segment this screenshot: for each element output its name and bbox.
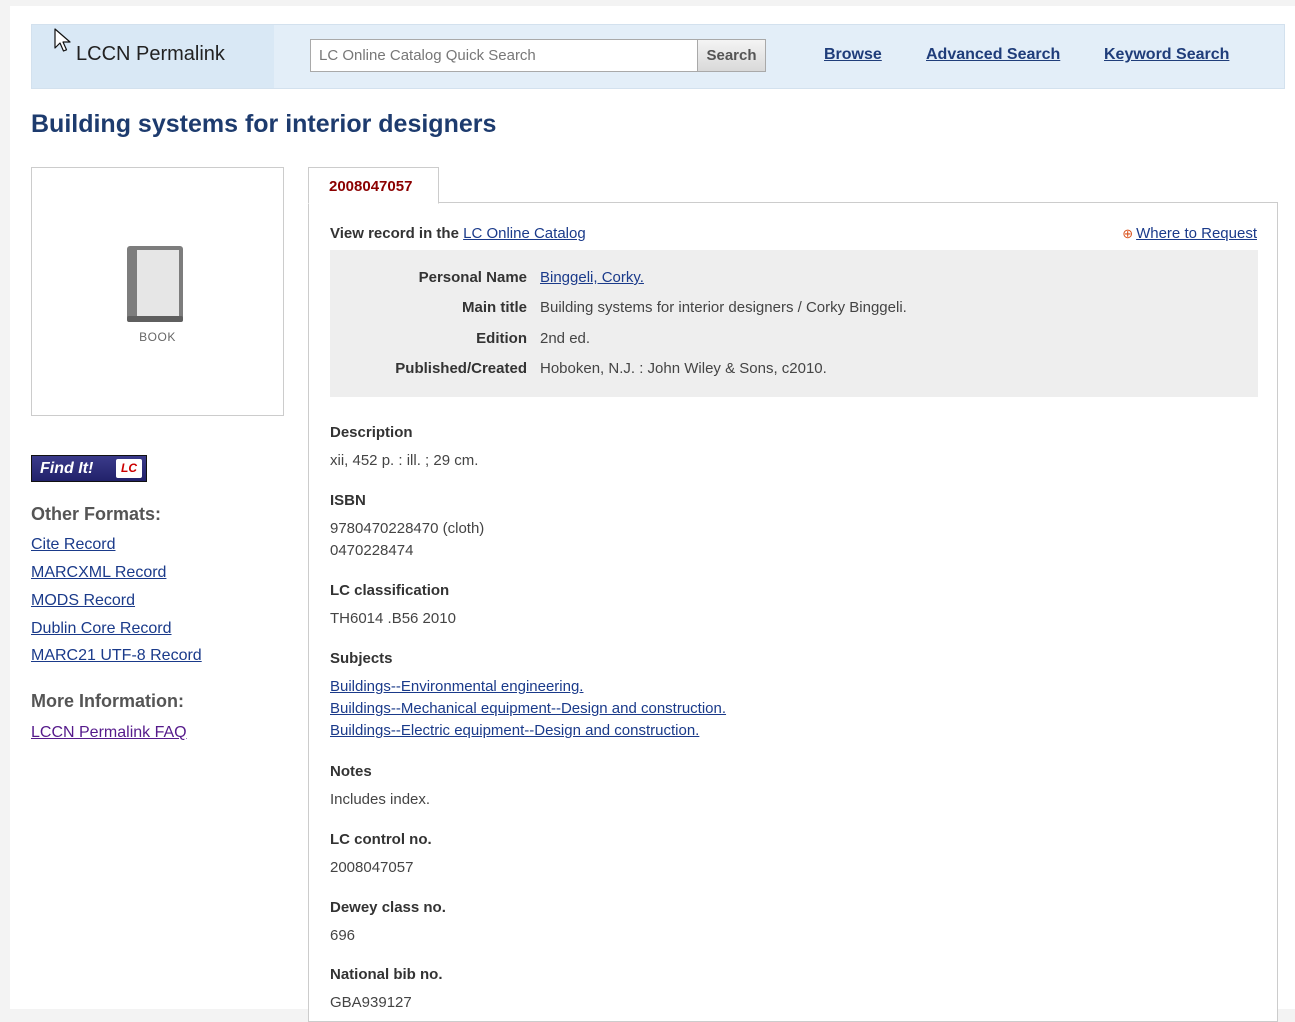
where-to-request: ⊕ Where to Request [1122,225,1257,242]
field-value: Includes index. [330,791,431,808]
format-label: BOOK [139,330,176,344]
field-lc-classification: LC classification TH6014 .B56 2010 [330,582,456,630]
summary-value: Hoboken, N.J. : John Wiley & Sons, c2010… [540,360,827,377]
lc-online-catalog-link[interactable]: LC Online Catalog [463,225,586,242]
field-lc-control-no: LC control no. 2008047057 [330,831,432,879]
page: LCCN Permalink Search Browse Advanced Se… [10,6,1295,1022]
field-value: 9780470228470 (cloth) [330,520,485,537]
field-value: GBA939127 [330,994,412,1011]
summary-label: Edition [476,330,527,347]
field-national-bib-no: National bib no. GBA939127 [330,966,443,1014]
record-summary: Personal Name Binggeli, Corky. Main titl… [330,250,1258,397]
summary-row: Personal Name Binggeli, Corky. [330,269,1258,291]
more-information-heading: More Information: [31,691,184,711]
personal-name-link[interactable]: Binggeli, Corky. [540,269,644,286]
field-value: 0470228474 [330,542,414,559]
tab-lccn-label: 2008047057 [329,178,413,195]
cite-record-link[interactable]: Cite Record [31,536,115,554]
field-label: National bib no. [330,966,443,983]
summary-label: Published/Created [395,360,527,377]
field-value: Buildings--Environmental engineering. Bu… [330,676,726,742]
other-formats-heading: Other Formats: [31,504,162,524]
field-label: ISBN [330,492,366,509]
field-label: Notes [330,763,372,780]
marc21-record-link[interactable]: MARC21 UTF-8 Record [31,647,202,665]
record-panel: View record in the LC Online Catalog ⊕ Wh… [308,202,1278,1022]
field-value: 696 [330,927,356,944]
advanced-search-link[interactable]: Advanced Search [926,46,1060,64]
summary-label: Main title [461,299,527,316]
book-icon [127,246,183,322]
field-isbn: ISBN 9780470228470 (cloth) 0470228474 [330,492,484,562]
header-bar: LCCN Permalink Search Browse Advanced Se… [31,24,1285,89]
field-label: LC control no. [330,831,432,848]
field-value: xii, 452 p. : ill. ; 29 cm. [330,452,479,469]
page-title: Building systems for interior designers [31,110,497,138]
field-notes: Notes Includes index. [330,763,430,811]
subject-link[interactable]: Buildings--Electric equipment--Design an… [330,720,726,742]
mouse-cursor-icon [54,28,71,52]
field-description: Description xii, 452 p. : ill. ; 29 cm. [330,424,478,472]
brand-title[interactable]: LCCN Permalink [76,43,225,66]
summary-row: Published/Created Hoboken, N.J. : John W… [330,360,1258,382]
permalink-faq-link[interactable]: LCCN Permalink FAQ [31,724,187,742]
lc-logo-icon: LC [116,459,142,478]
subject-link[interactable]: Buildings--Environmental engineering. [330,676,726,698]
summary-label: Personal Name [418,269,527,286]
summary-value: Binggeli, Corky. [540,269,644,286]
summary-value: 2nd ed. [540,330,591,347]
quick-search-input[interactable] [310,39,698,72]
summary-row: Edition 2nd ed. [330,330,1258,352]
view-record-prefix: View record in the [330,225,459,242]
plus-circle-icon: ⊕ [1122,226,1134,241]
keyword-search-link[interactable]: Keyword Search [1104,46,1229,64]
dublin-core-record-link[interactable]: Dublin Core Record [31,620,172,638]
find-it-button[interactable]: Find It! LC [31,455,147,482]
summary-value: Building systems for interior designers … [540,299,907,316]
mods-record-link[interactable]: MODS Record [31,592,135,610]
browse-link[interactable]: Browse [824,46,882,64]
view-record-line: View record in the LC Online Catalog [330,225,586,242]
find-it-label: Find It! [40,460,94,477]
marcxml-record-link[interactable]: MARCXML Record [31,564,166,582]
subject-link[interactable]: Buildings--Mechanical equipment--Design … [330,698,726,720]
field-subjects: Subjects Buildings--Environmental engine… [330,650,726,742]
field-label: Subjects [330,650,393,667]
tab-lccn[interactable]: 2008047057 [308,167,439,204]
field-label: Dewey class no. [330,899,446,916]
field-value: TH6014 .B56 2010 [330,610,456,627]
search-button[interactable]: Search [697,39,766,72]
item-thumbnail: BOOK [31,167,284,416]
where-to-request-link[interactable]: Where to Request [1136,225,1257,242]
summary-row: Main title Building systems for interior… [330,299,1258,321]
field-dewey-class-no: Dewey class no. 696 [330,899,446,947]
field-label: Description [330,424,413,441]
field-value: 2008047057 [330,859,414,876]
field-label: LC classification [330,582,450,599]
